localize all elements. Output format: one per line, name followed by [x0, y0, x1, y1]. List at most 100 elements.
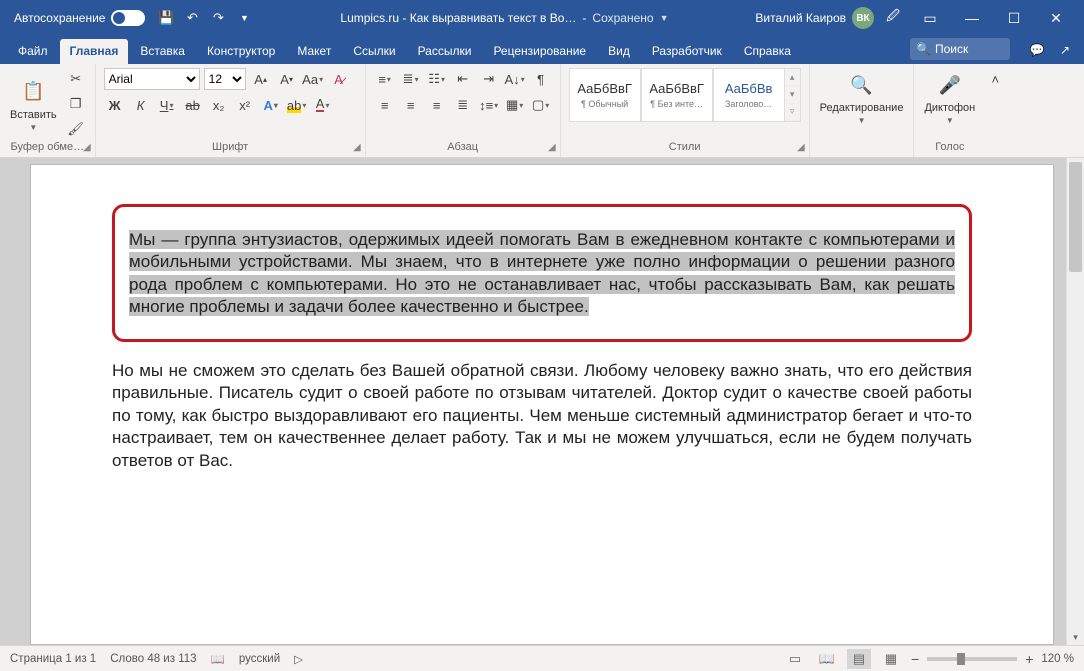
- search-input[interactable]: 🔍 Поиск: [910, 38, 1010, 60]
- align-center-icon[interactable]: ≡: [400, 94, 422, 116]
- close-icon[interactable]: ✕: [1036, 3, 1076, 33]
- comments-icon[interactable]: 💬: [1026, 40, 1048, 60]
- paragraph-group-label: Абзац◢: [374, 141, 552, 155]
- chevron-up-icon[interactable]: ▴: [785, 69, 800, 86]
- bullets-icon[interactable]: ≡: [374, 68, 396, 90]
- style-normal[interactable]: АаБбВвГ ¶ Обычный: [569, 68, 641, 122]
- italic-button[interactable]: К: [130, 94, 152, 116]
- page[interactable]: Мы — группа энтузиастов, одержимых идеей…: [30, 164, 1054, 645]
- language-indicator[interactable]: русский: [239, 653, 280, 665]
- minimize-icon[interactable]: —: [952, 3, 992, 33]
- superscript-button[interactable]: x²: [234, 94, 256, 116]
- word-count[interactable]: Слово 48 из 113: [110, 653, 196, 665]
- print-layout-icon[interactable]: ▤: [847, 649, 871, 669]
- undo-icon[interactable]: ↶: [183, 9, 201, 27]
- strikethrough-button[interactable]: ab: [182, 94, 204, 116]
- tab-view[interactable]: Вид: [598, 39, 640, 64]
- chevron-down-icon[interactable]: ▾: [785, 86, 800, 103]
- qat-dropdown-icon[interactable]: ▼: [235, 9, 253, 27]
- align-right-icon[interactable]: ≡: [426, 94, 448, 116]
- launcher-icon[interactable]: ◢: [83, 142, 91, 153]
- styles-gallery-nav[interactable]: ▴ ▾ ▿: [785, 68, 801, 122]
- paragraph-2[interactable]: Но мы не сможем это сделать без Вашей об…: [112, 360, 972, 472]
- copy-icon[interactable]: ❐: [65, 93, 87, 115]
- tab-help[interactable]: Справка: [734, 39, 801, 64]
- clear-format-icon[interactable]: A̷: [328, 68, 350, 90]
- launcher-icon[interactable]: ◢: [797, 142, 805, 153]
- change-case-icon[interactable]: Aa: [302, 68, 324, 90]
- toggle-switch[interactable]: [111, 10, 145, 26]
- justify-icon[interactable]: ≣: [452, 94, 474, 116]
- macro-icon[interactable]: ▷: [294, 652, 303, 666]
- shading-icon[interactable]: ▦: [504, 94, 526, 116]
- web-layout-icon[interactable]: ▦: [879, 649, 903, 669]
- align-left-icon[interactable]: ≡: [374, 94, 396, 116]
- grow-font-icon[interactable]: A▴: [250, 68, 272, 90]
- tab-home[interactable]: Главная: [60, 39, 129, 64]
- highlight-color-icon[interactable]: ab: [286, 94, 308, 116]
- scrollbar-thumb[interactable]: [1069, 162, 1082, 272]
- tab-references[interactable]: Ссылки: [343, 39, 405, 64]
- sort-icon[interactable]: A↓: [504, 68, 526, 90]
- ribbon-options-icon[interactable]: ▭: [910, 3, 950, 33]
- redo-icon[interactable]: ↷: [209, 9, 227, 27]
- style-heading1[interactable]: АаБбВв Заголово…: [713, 68, 785, 122]
- paragraph-1[interactable]: Мы — группа энтузиастов, одержимых идеей…: [129, 230, 955, 316]
- focus-mode-icon[interactable]: ▭: [783, 649, 807, 669]
- line-spacing-icon[interactable]: ↕≡: [478, 94, 500, 116]
- selection-highlight-box: Мы — группа энтузиастов, одержимых идеей…: [112, 204, 972, 342]
- autosave-label: Автосохранение: [14, 11, 105, 25]
- scroll-down-icon[interactable]: ▾: [1067, 629, 1084, 645]
- dictate-button[interactable]: 🎤 Диктофон ▼: [922, 68, 977, 127]
- vertical-scrollbar[interactable]: ▴ ▾: [1066, 158, 1084, 645]
- spellcheck-icon[interactable]: 📖: [211, 652, 225, 666]
- subscript-button[interactable]: x₂: [208, 94, 230, 116]
- tab-design[interactable]: Конструктор: [197, 39, 285, 64]
- maximize-icon[interactable]: ☐: [994, 3, 1034, 33]
- collapse-ribbon-icon[interactable]: ˄: [989, 68, 1001, 90]
- read-mode-icon[interactable]: 📖: [815, 649, 839, 669]
- show-marks-icon[interactable]: ¶: [530, 68, 552, 90]
- indent-decrease-icon[interactable]: ⇤: [452, 68, 474, 90]
- text-effects-icon[interactable]: A: [260, 94, 282, 116]
- numbering-icon[interactable]: ≣: [400, 68, 422, 90]
- save-icon[interactable]: 💾: [157, 9, 175, 27]
- indent-increase-icon[interactable]: ⇥: [478, 68, 500, 90]
- borders-icon[interactable]: ▢: [530, 94, 552, 116]
- pen-icon[interactable]: 🖉: [884, 9, 902, 27]
- group-styles: АаБбВвГ ¶ Обычный АаБбВвГ ¶ Без инте… Аа…: [561, 64, 810, 157]
- tab-insert[interactable]: Вставка: [130, 39, 195, 64]
- tab-developer[interactable]: Разработчик: [642, 39, 732, 64]
- search-icon: 🔍: [916, 42, 931, 56]
- cut-icon[interactable]: ✂: [65, 68, 87, 90]
- paste-button[interactable]: 📋 Вставить ▼: [8, 75, 59, 134]
- underline-button[interactable]: Ч: [156, 94, 178, 116]
- tab-mailings[interactable]: Рассылки: [408, 39, 482, 64]
- tab-layout[interactable]: Макет: [287, 39, 341, 64]
- group-clipboard: 📋 Вставить ▼ ✂ ❐ 🖌 Буфер обме…◢: [0, 64, 96, 157]
- shrink-font-icon[interactable]: A▾: [276, 68, 298, 90]
- tab-review[interactable]: Рецензирование: [483, 39, 596, 64]
- font-size-select[interactable]: 12: [204, 68, 246, 90]
- font-name-select[interactable]: Arial: [104, 68, 200, 90]
- zoom-slider[interactable]: [927, 657, 1017, 661]
- editing-dropdown[interactable]: 🔍 Редактирование ▼: [818, 68, 906, 127]
- share-icon[interactable]: ↗: [1054, 40, 1076, 60]
- styles-more-icon[interactable]: ▿: [785, 104, 800, 121]
- bold-button[interactable]: Ж: [104, 94, 126, 116]
- group-voice: 🎤 Диктофон ▼ Голос: [914, 64, 985, 157]
- font-color-icon[interactable]: A: [312, 94, 334, 116]
- launcher-icon[interactable]: ◢: [548, 142, 556, 153]
- user-account[interactable]: Виталий Каиров ВК: [755, 7, 874, 29]
- zoom-in-icon[interactable]: +: [1025, 651, 1033, 667]
- format-painter-icon[interactable]: 🖌: [65, 118, 87, 140]
- launcher-icon[interactable]: ◢: [353, 142, 361, 153]
- style-no-spacing[interactable]: АаБбВвГ ¶ Без инте…: [641, 68, 713, 122]
- page-indicator[interactable]: Страница 1 из 1: [10, 653, 96, 665]
- autosave-toggle[interactable]: Автосохранение: [14, 10, 145, 26]
- zoom-level[interactable]: 120 %: [1041, 653, 1074, 665]
- tab-file[interactable]: Файл: [8, 39, 58, 64]
- multilevel-icon[interactable]: ☷: [426, 68, 448, 90]
- saved-status[interactable]: Сохранено: [592, 11, 653, 25]
- zoom-out-icon[interactable]: −: [911, 651, 919, 667]
